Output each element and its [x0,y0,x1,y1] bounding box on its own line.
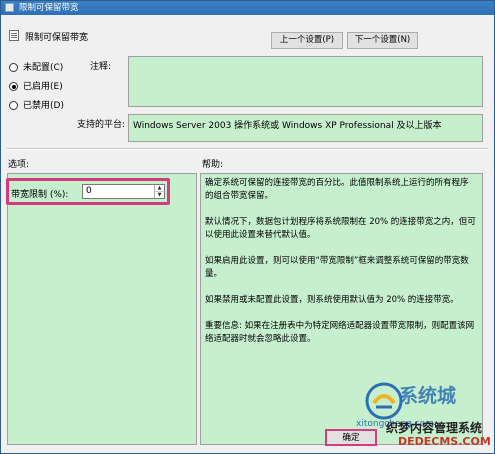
help-paragraph: 重要信息: 如果在注册表中为特定网络适配器设置带宽限制，则配置该网络适配器时就会… [205,321,475,344]
radio-label: 未配置(C) [23,63,64,73]
supported-platform-label: 支持的平台: [77,120,126,130]
radio-label: 已禁用(D) [23,101,64,111]
bandwidth-highlight-box [6,178,170,205]
policy-document-icon [9,30,19,41]
comment-textarea[interactable] [128,56,483,107]
help-paragraph: 如果禁用或未配置此设置，则系统使用默认值为 20% 的连接带宽。 [205,295,459,305]
system-city-logo-icon [365,382,403,420]
setting-title: 限制可保留带宽 [25,33,89,43]
supported-platform-box: Windows Server 2003 操作系统或 Windows XP Pro… [128,114,483,142]
radio-circle[interactable] [9,82,18,91]
help-paragraph: 如果启用此设置，则可以使用“带宽限制”框来调整系统可保留的带宽数量。 [205,256,469,279]
section-divider [7,148,488,150]
help-paragraph: 确定系统可保留的连接带宽的百分比。此值限制系统上运行的所有程序的组合带宽保留。 [205,178,469,201]
next-setting-button[interactable]: 下一个设置(N) [347,32,418,49]
watermark-cms-domain: DEDECMS.COM [398,435,491,448]
radio-circle[interactable] [9,63,18,72]
previous-setting-button[interactable]: 上一个设置(P) [271,32,343,49]
ok-button[interactable]: 确定 [325,429,377,446]
policy-dialog: 限制可保留带宽 限制可保留带宽 上一个设置(P) 下一个设置(N) 未配置(C)… [0,0,495,454]
help-paragraph: 默认情况下，数据包计划程序将系统限制在 20% 的连接带宽之内，但可以使用此设置… [205,217,476,240]
help-label: 帮助: [202,160,224,170]
comment-label: 注释: [90,62,112,72]
policy-settings-icon [5,3,14,12]
watermark-brand: 系统城 [399,385,457,407]
options-label: 选项: [8,160,30,170]
options-panel [7,173,197,445]
title-bar: 限制可保留带宽 [1,1,494,15]
window-title: 限制可保留带宽 [19,3,79,13]
radio-circle[interactable] [9,101,18,110]
help-text: 确定系统可保留的连接带宽的百分比。此值限制系统上运行的所有程序的组合带宽保留。 … [205,177,476,359]
watermark-cms-title: 织梦内容管理系统 [386,421,483,435]
radio-label: 已启用(E) [23,82,63,92]
supported-platform-value: Windows Server 2003 操作系统或 Windows XP Pro… [133,121,442,131]
